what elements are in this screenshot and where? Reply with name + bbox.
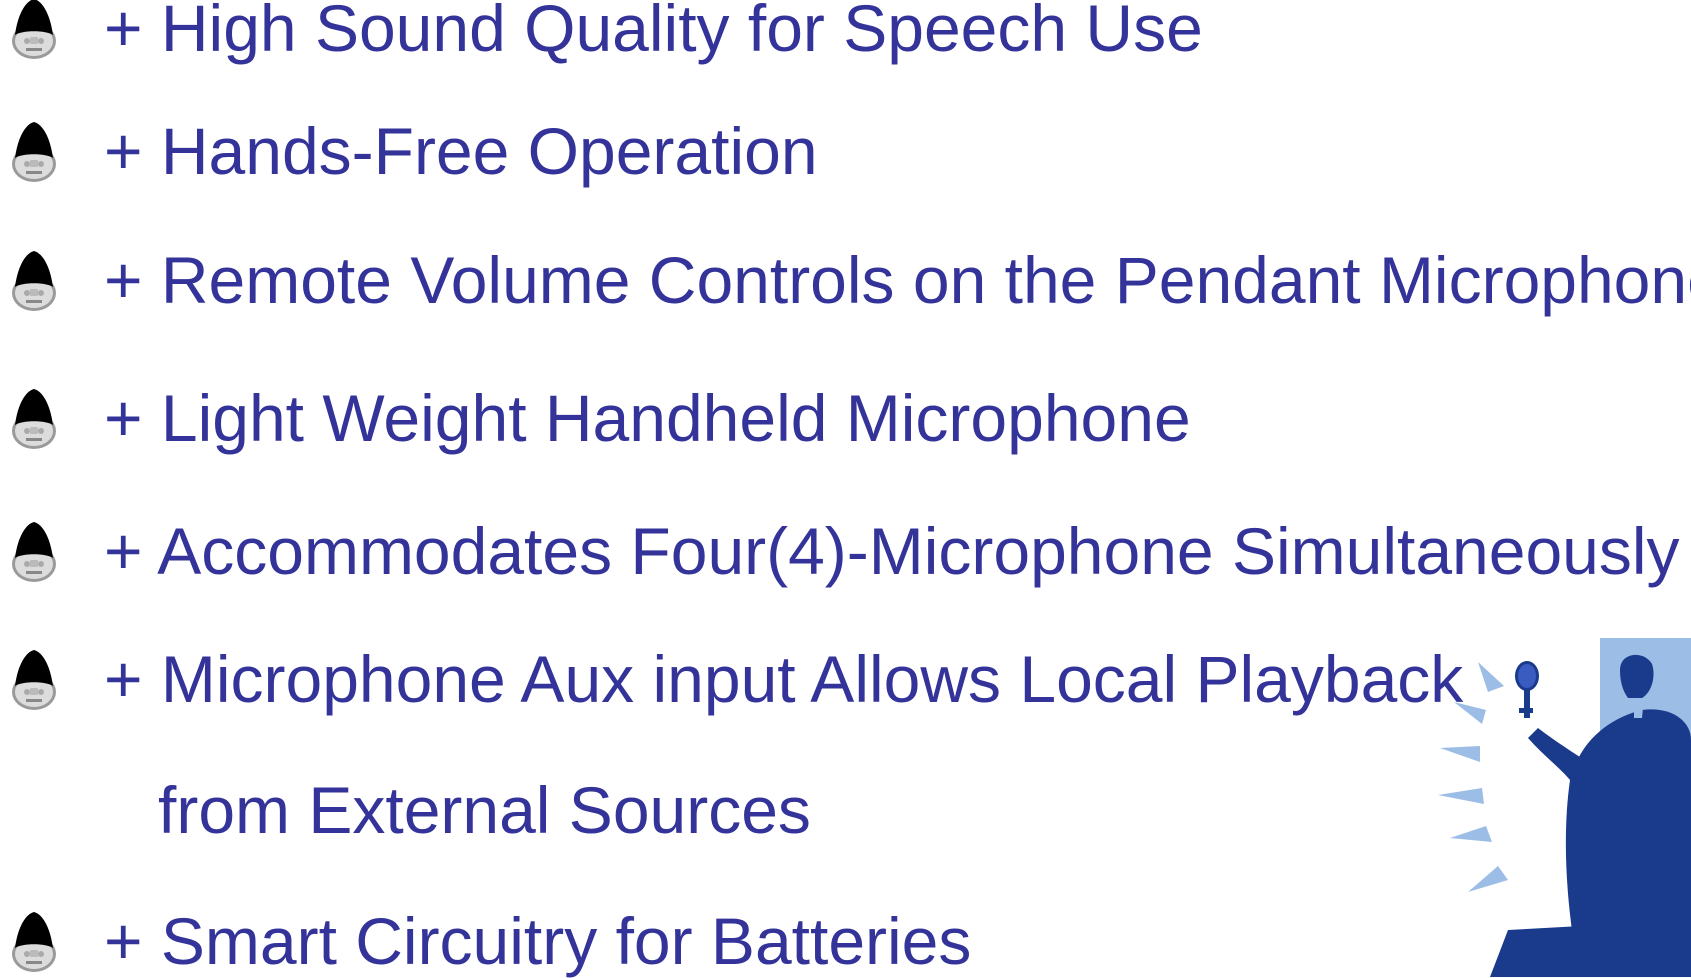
feature-text: + Smart Circuitry for Batteries bbox=[104, 904, 972, 978]
feature-item: + Remote Volume Controls on the Pendant … bbox=[0, 245, 1691, 315]
pendant-microphone-icon bbox=[10, 249, 58, 313]
feature-text: + Microphone Aux input Allows Local Play… bbox=[104, 642, 1464, 716]
feature-text: + Accommodates Four(4)-Microphone Simult… bbox=[104, 514, 1680, 588]
feature-item: + High Sound Quality for Speech Use bbox=[0, 0, 1691, 63]
feature-text: + Remote Volume Controls on the Pendant … bbox=[104, 243, 1691, 317]
pendant-microphone-icon bbox=[10, 520, 58, 584]
pendant-microphone-icon bbox=[10, 0, 58, 61]
feature-item: + Light Weight Handheld Microphone bbox=[0, 383, 1691, 453]
speaker-with-microphone-illustration bbox=[1438, 638, 1691, 977]
feature-item: + Hands-Free Operation bbox=[0, 116, 1691, 186]
feature-item: + Accommodates Four(4)-Microphone Simult… bbox=[0, 516, 1691, 586]
feature-text-continuation: from External Sources bbox=[158, 773, 811, 847]
pendant-microphone-icon bbox=[10, 910, 58, 974]
feature-text: + Light Weight Handheld Microphone bbox=[104, 381, 1191, 455]
pendant-microphone-icon bbox=[10, 648, 58, 712]
feature-text: + Hands-Free Operation bbox=[104, 114, 818, 188]
pendant-microphone-icon bbox=[10, 120, 58, 184]
feature-text: + High Sound Quality for Speech Use bbox=[104, 0, 1203, 65]
pendant-microphone-icon bbox=[10, 387, 58, 451]
